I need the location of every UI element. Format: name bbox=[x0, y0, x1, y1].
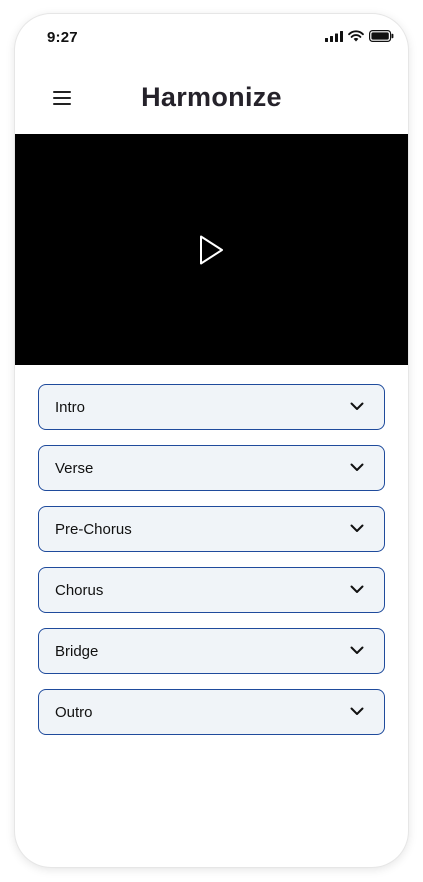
song-sections-list: Intro Verse Pre-Chorus Chorus Bridge Out… bbox=[38, 384, 385, 750]
section-pre-chorus[interactable]: Pre-Chorus bbox=[38, 506, 385, 552]
battery-icon bbox=[369, 30, 394, 42]
app-header: Harmonize bbox=[15, 62, 408, 134]
section-label: Chorus bbox=[55, 582, 104, 599]
section-label: Intro bbox=[55, 399, 86, 416]
chevron-down-icon[interactable] bbox=[350, 524, 364, 533]
section-bridge[interactable]: Bridge bbox=[38, 628, 385, 674]
chevron-down-icon[interactable] bbox=[350, 402, 364, 411]
chevron-down-icon[interactable] bbox=[350, 463, 364, 472]
app-title: Harmonize bbox=[141, 82, 282, 112]
status-time: 9:27 bbox=[47, 29, 78, 46]
section-outro[interactable]: Outro bbox=[38, 689, 385, 735]
section-intro[interactable]: Intro bbox=[38, 384, 385, 430]
section-verse[interactable]: Verse bbox=[38, 445, 385, 491]
status-bar: 9:27 bbox=[15, 14, 408, 62]
wifi-icon bbox=[348, 30, 364, 42]
status-icons bbox=[325, 30, 394, 42]
chevron-down-icon[interactable] bbox=[350, 585, 364, 594]
signal-icon bbox=[325, 30, 343, 42]
section-label: Pre-Chorus bbox=[55, 521, 132, 538]
chevron-down-icon[interactable] bbox=[350, 707, 364, 716]
video-player[interactable] bbox=[15, 134, 408, 365]
phone-frame: 9:27 Harmonize Intro Verse Pre-Chorus Ch… bbox=[15, 14, 408, 867]
section-label: Bridge bbox=[55, 643, 99, 660]
section-label: Verse bbox=[55, 460, 94, 477]
play-icon[interactable] bbox=[196, 233, 226, 267]
chevron-down-icon[interactable] bbox=[350, 646, 364, 655]
section-chorus[interactable]: Chorus bbox=[38, 567, 385, 613]
section-label: Outro bbox=[55, 704, 93, 721]
